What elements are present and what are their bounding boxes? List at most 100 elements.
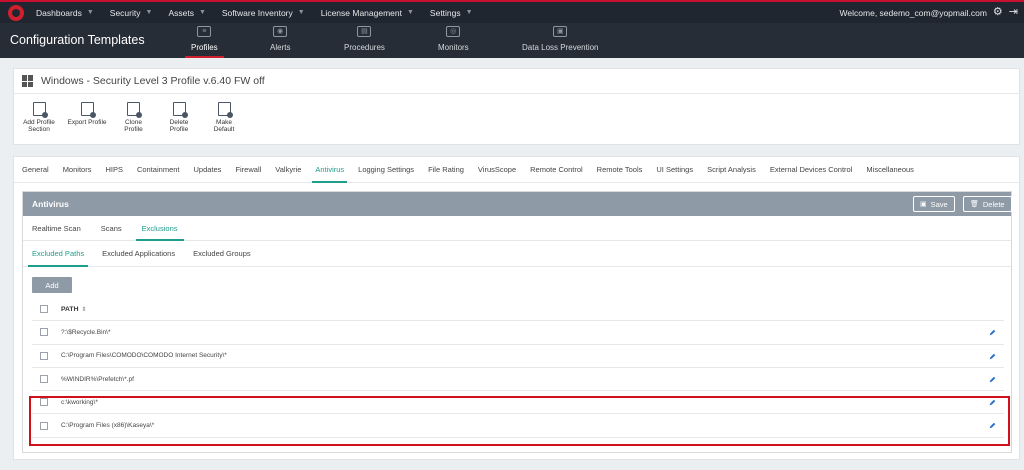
nav-label: Security	[109, 7, 141, 18]
tab-virusscope[interactable]: VirusScope	[478, 157, 516, 182]
tab-antivirus[interactable]: Antivirus	[312, 157, 347, 183]
tab-containment[interactable]: Containment	[137, 157, 180, 182]
tab-excluded-groups[interactable]: Excluded Groups	[193, 241, 251, 266]
welcome-user[interactable]: Welcome, sedemo_com@yopmail.com	[840, 8, 987, 18]
tab-ui-settings[interactable]: UI Settings	[656, 157, 693, 182]
tab-data-loss-prevention[interactable]: ▣ Data Loss Prevention	[522, 26, 599, 58]
pencil-icon[interactable]	[989, 329, 996, 336]
nav-settings[interactable]: Settings ▼	[424, 2, 483, 23]
procedures-icon: ▤	[357, 26, 372, 37]
tab-procedures[interactable]: ▤ Procedures	[344, 26, 385, 58]
comodo-logo-icon[interactable]	[8, 4, 24, 21]
pencil-icon[interactable]	[989, 353, 996, 360]
action-label: Clone Profile	[124, 119, 143, 133]
tab-firewall[interactable]: Firewall	[235, 157, 261, 182]
nav-label: Settings	[429, 7, 461, 18]
export-profile-button[interactable]: Export Profile	[67, 102, 107, 133]
table-row: c:\kworking\*	[32, 391, 1004, 415]
tab-hips[interactable]: HIPS	[105, 157, 123, 182]
path-cell: C:\Program Files (x86)\Kaseya\*	[61, 422, 155, 430]
tab-script-analysis[interactable]: Script Analysis	[707, 157, 756, 182]
pencil-icon[interactable]	[989, 376, 996, 383]
column-path[interactable]: PATH	[61, 306, 79, 313]
tab-monitors-section[interactable]: Monitors	[63, 157, 92, 182]
save-button[interactable]: ▣ Save	[913, 196, 955, 212]
antivirus-panel-header: Antivirus ▣ Save 🗑 Delete	[23, 192, 1012, 216]
chevron-down-icon: ▼	[297, 9, 305, 16]
tab-label: Profiles	[191, 43, 218, 52]
tab-file-rating[interactable]: File Rating	[428, 157, 464, 182]
add-section-icon	[32, 102, 48, 118]
row-checkbox[interactable]	[40, 398, 48, 407]
tab-miscellaneous[interactable]: Miscellaneous	[866, 157, 914, 182]
nav-assets[interactable]: Assets ▼	[162, 2, 215, 23]
tab-profiles[interactable]: ≡ Profiles	[185, 26, 224, 58]
tab-general[interactable]: General	[22, 157, 49, 182]
delete-profile-button[interactable]: Delete Profile	[160, 102, 198, 133]
row-checkbox[interactable]	[40, 351, 48, 360]
action-label: Section	[28, 126, 50, 133]
pencil-icon[interactable]	[989, 422, 996, 429]
tab-exclusions[interactable]: Exclusions	[135, 216, 184, 241]
tab-excluded-applications[interactable]: Excluded Applications	[102, 241, 175, 266]
chevron-down-icon: ▼	[145, 9, 153, 16]
windows-icon	[22, 75, 34, 87]
tab-label: Alerts	[270, 43, 291, 52]
tab-alerts[interactable]: ◉ Alerts	[270, 26, 290, 58]
action-label: Make Default	[213, 119, 235, 133]
add-button[interactable]: Add	[32, 277, 72, 293]
make-default-icon	[217, 102, 233, 118]
nav-license-management[interactable]: License Management ▼	[315, 2, 424, 23]
action-label: Add Profile	[23, 119, 55, 126]
nav-security[interactable]: Security ▼	[104, 2, 163, 23]
path-cell: ?:\$Recycle.Bin\*	[61, 328, 111, 336]
tab-label: Monitors	[438, 43, 469, 52]
pencil-icon[interactable]	[989, 399, 996, 406]
tab-logging-settings[interactable]: Logging Settings	[358, 157, 414, 182]
path-cell: %WINDIR%\Prefetch\*.pf	[61, 375, 134, 383]
tab-remote-tools[interactable]: Remote Tools	[597, 157, 643, 182]
tab-excluded-paths[interactable]: Excluded Paths	[27, 241, 89, 267]
panel-title: Antivirus	[32, 199, 69, 209]
nav-label: License Management	[320, 7, 402, 18]
sort-icon[interactable]: ⇕	[82, 306, 87, 313]
add-profile-section-button[interactable]: Add Profile Section	[19, 102, 59, 133]
action-label: Export Profile	[67, 119, 107, 126]
profile-header: Windows - Security Level 3 Profile v.6.4…	[14, 69, 1019, 94]
clone-profile-button[interactable]: Clone Profile	[115, 102, 152, 133]
make-default-button[interactable]: Make Default	[206, 102, 242, 133]
tab-valkyrie[interactable]: Valkyrie	[275, 157, 301, 182]
page-title: Configuration Templates	[10, 33, 145, 47]
tab-external-devices-control[interactable]: External Devices Control	[770, 157, 853, 182]
row-checkbox[interactable]	[40, 421, 48, 430]
save-icon: ▣	[920, 201, 927, 208]
profile-section-tabs: General Monitors HIPS Containment Update…	[14, 157, 1019, 183]
select-all-checkbox[interactable]	[40, 305, 48, 314]
export-icon	[80, 102, 96, 118]
gear-icon[interactable]: ⚙	[993, 7, 1003, 18]
tab-updates[interactable]: Updates	[194, 157, 222, 182]
save-label: Save	[930, 199, 948, 209]
nav-dashboards[interactable]: Dashboards ▼	[30, 2, 104, 23]
tab-remote-control[interactable]: Remote Control	[530, 157, 583, 182]
profiles-icon: ≡	[197, 26, 212, 37]
chevron-down-icon: ▼	[465, 9, 473, 16]
trash-icon: 🗑	[970, 201, 979, 208]
module-header: Configuration Templates ≡ Profiles ◉ Alert…	[0, 23, 1024, 58]
nav-software-inventory[interactable]: Software Inventory ▼	[216, 2, 315, 23]
path-cell: C:\Program Files\COMODO\COMODO Internet …	[61, 352, 227, 360]
row-checkbox[interactable]	[40, 375, 48, 384]
monitors-icon: ◎	[446, 26, 461, 37]
antivirus-panel: Antivirus ▣ Save 🗑 Delete Realtime Scan …	[22, 191, 1012, 453]
table-row: %WINDIR%\Prefetch\*.pf	[32, 368, 1004, 392]
tab-realtime-scan[interactable]: Realtime Scan	[32, 216, 81, 240]
delete-button[interactable]: 🗑 Delete	[963, 196, 1012, 212]
tab-label: Procedures	[344, 43, 385, 52]
table-header: PATH ⇕	[32, 298, 1004, 322]
chevron-down-icon: ▼	[406, 9, 414, 16]
tab-scans[interactable]: Scans	[101, 216, 122, 240]
alerts-icon: ◉	[273, 26, 288, 37]
row-checkbox[interactable]	[40, 328, 48, 337]
logout-icon[interactable]: ⇥	[1009, 7, 1018, 18]
tab-monitors[interactable]: ◎ Monitors	[438, 26, 469, 58]
